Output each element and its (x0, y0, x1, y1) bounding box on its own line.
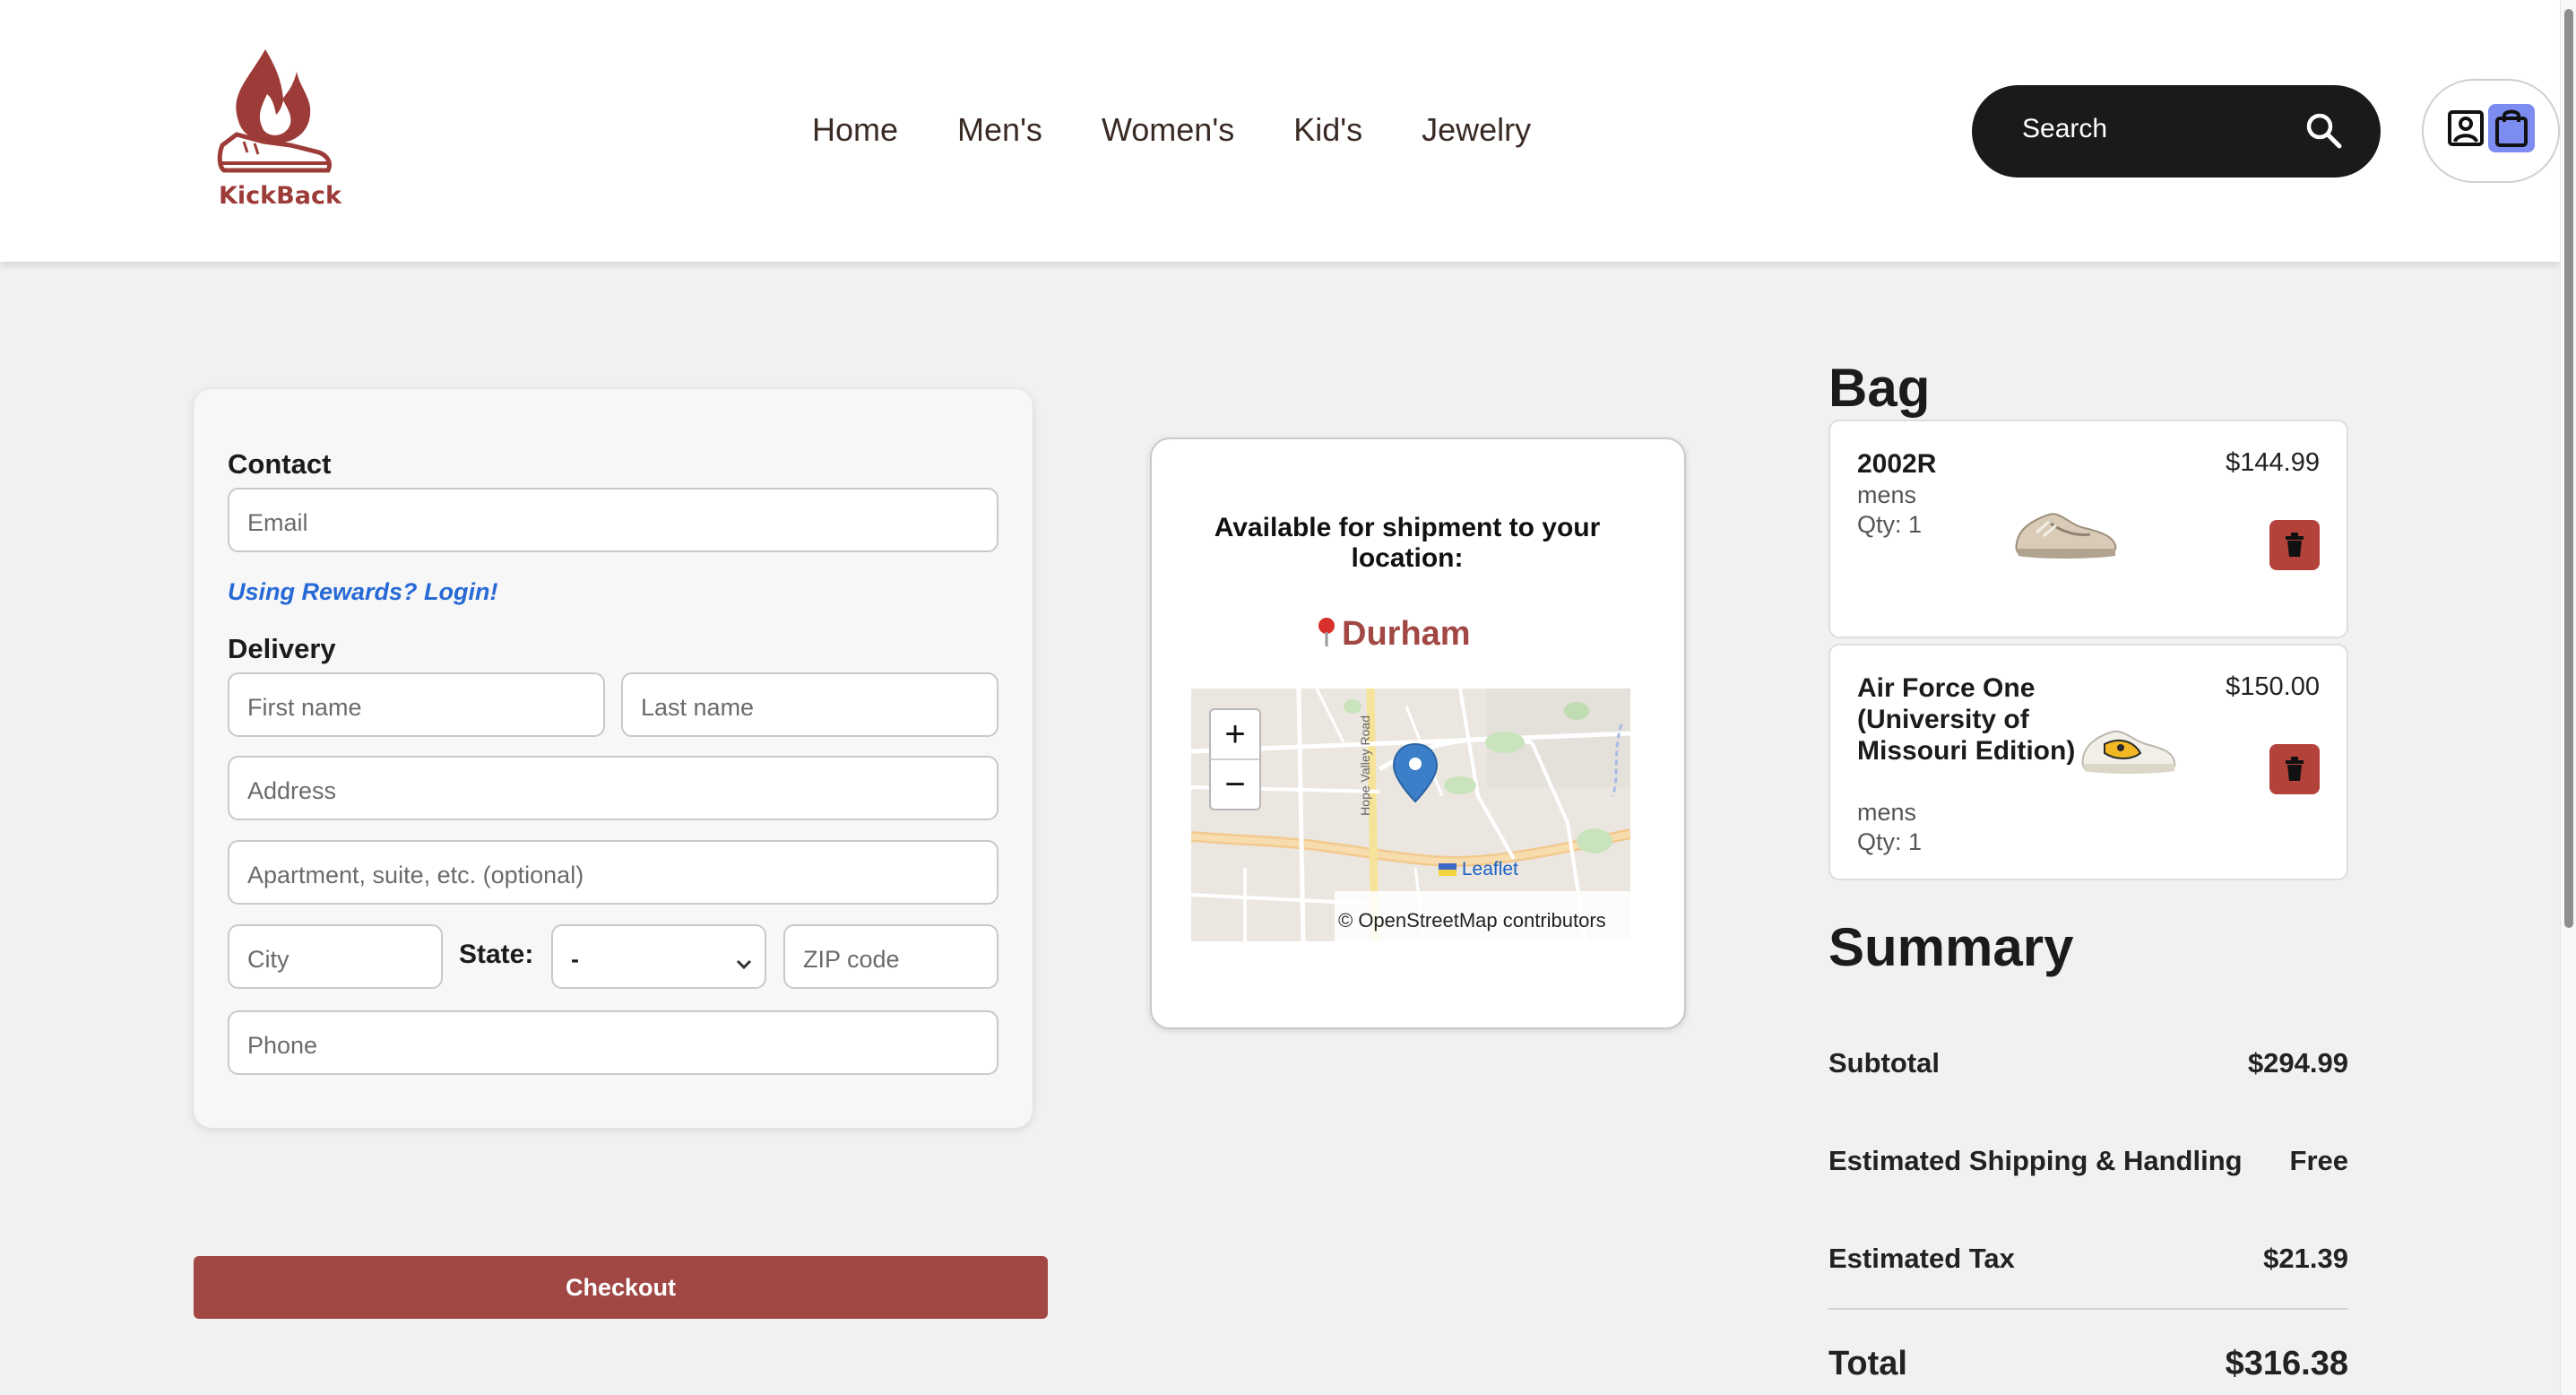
subtotal-row: Subtotal $294.99 (1828, 1047, 2348, 1079)
address-field[interactable]: Address (228, 756, 998, 820)
tax-row: Estimated Tax $21.39 (1828, 1243, 2348, 1275)
phone-field[interactable]: Phone (228, 1010, 998, 1075)
location-row: Durham (1315, 615, 1471, 654)
sneaker-image (2078, 717, 2178, 784)
leaflet-link[interactable]: Leaflet (1462, 859, 1518, 879)
rewards-login-link[interactable]: Using Rewards? Login! (228, 578, 498, 606)
map-road-label: Hope Valley Road (1358, 715, 1372, 816)
map-zoom-control: + − (1209, 708, 1261, 810)
nav-kids[interactable]: Kid's (1293, 111, 1362, 149)
account-bag-group (2422, 79, 2560, 183)
bag-item-category: mens (1857, 799, 1917, 826)
sneaker-image (2010, 497, 2121, 569)
email-field[interactable]: Email (228, 488, 998, 552)
scrollbar-thumb[interactable] (2564, 9, 2573, 928)
map-zoom-in-button[interactable]: + (1211, 710, 1259, 760)
remove-item-button[interactable] (2269, 744, 2320, 794)
shopping-bag-icon[interactable] (2488, 104, 2535, 152)
map-pin-icon (1315, 616, 1338, 653)
osm-attribution[interactable]: © OpenStreetMap contributors (1335, 891, 1630, 941)
shipping-value: Free (2289, 1145, 2348, 1176)
apartment-field[interactable]: Apartment, suite, etc. (optional) (228, 840, 998, 905)
site-header: KickBack Home Men's Women's Kid's Jewelr… (0, 0, 2560, 262)
tax-value: $21.39 (2263, 1243, 2348, 1274)
bag-item-name: Air Force One (University of Missouri Ed… (1857, 673, 2076, 766)
zip-code-field[interactable]: ZIP code (783, 924, 998, 989)
last-name-field[interactable]: Last name (621, 672, 998, 737)
nav-womens[interactable]: Women's (1102, 111, 1234, 149)
city-field[interactable]: City (228, 924, 443, 989)
nav-mens[interactable]: Men's (957, 111, 1042, 149)
bag-item-price: $144.99 (2226, 448, 2320, 477)
shipping-row: Estimated Shipping & Handling Free (1828, 1145, 2348, 1177)
leaflet-attribution[interactable]: Leaflet (1439, 859, 1518, 880)
total-label: Total (1828, 1345, 1907, 1382)
ukraine-flag-icon (1439, 863, 1457, 877)
flame-shoe-logo-icon (217, 49, 333, 173)
search-icon[interactable] (2304, 110, 2345, 156)
user-profile-icon[interactable] (2447, 109, 2485, 152)
contact-title: Contact (228, 448, 332, 480)
shipping-label: Estimated Shipping & Handling (1828, 1145, 2243, 1176)
shipment-title: Available for shipment to your location: (1214, 513, 1601, 573)
bag-item-qty: Qty: 1 (1857, 511, 1923, 538)
search-bar[interactable]: Search (1972, 85, 2381, 178)
bag-item-category: mens (1857, 481, 1917, 508)
page-scrollbar[interactable] (2560, 0, 2576, 1395)
kickback-logo[interactable]: KickBack (212, 45, 341, 215)
delivery-title: Delivery (228, 633, 336, 664)
nav-jewelry[interactable]: Jewelry (1422, 111, 1531, 149)
nav-home[interactable]: Home (812, 111, 898, 149)
checkout-form-card: Contact Email Using Rewards? Login! Deli… (194, 389, 1033, 1128)
bag-item-price: $150.00 (2226, 672, 2320, 701)
tax-label: Estimated Tax (1828, 1243, 2015, 1274)
shipment-availability-card: Available for shipment to your location:… (1150, 438, 1686, 1029)
total-row: Total $316.38 (1828, 1345, 2348, 1383)
chevron-down-icon (736, 949, 752, 977)
bag-item: Air Force One (University of Missouri Ed… (1828, 644, 2348, 880)
remove-item-button[interactable] (2269, 520, 2320, 570)
search-label: Search (2022, 114, 2108, 143)
bag-item: 2002R mens Qty: 1 $144.99 (1828, 420, 2348, 638)
checkout-button[interactable]: Checkout (194, 1256, 1048, 1319)
total-value: $316.38 (2225, 1345, 2348, 1382)
location-map[interactable]: Hope Valley Road + − Leaflet © OpenStree… (1191, 689, 1630, 941)
map-zoom-out-button[interactable]: − (1211, 760, 1259, 810)
summary-divider (1828, 1308, 2348, 1310)
trash-icon (2286, 757, 2304, 781)
summary-title: Summary (1828, 917, 2074, 977)
trash-icon (2286, 533, 2304, 557)
state-select-value: - (571, 946, 579, 973)
subtotal-label: Subtotal (1828, 1047, 1940, 1079)
first-name-field[interactable]: First name (228, 672, 605, 737)
main-nav: Home Men's Women's Kid's Jewelry (812, 111, 1590, 149)
bag-item-name: 2002R (1857, 449, 1937, 479)
bag-title: Bag (1828, 358, 1931, 418)
bag-item-qty: Qty: 1 (1857, 828, 1923, 855)
logo-text: KickBack (219, 182, 341, 210)
state-select[interactable]: - (551, 924, 766, 989)
subtotal-value: $294.99 (2247, 1047, 2348, 1079)
state-label: State: (459, 940, 534, 969)
city-name: Durham (1342, 615, 1471, 653)
